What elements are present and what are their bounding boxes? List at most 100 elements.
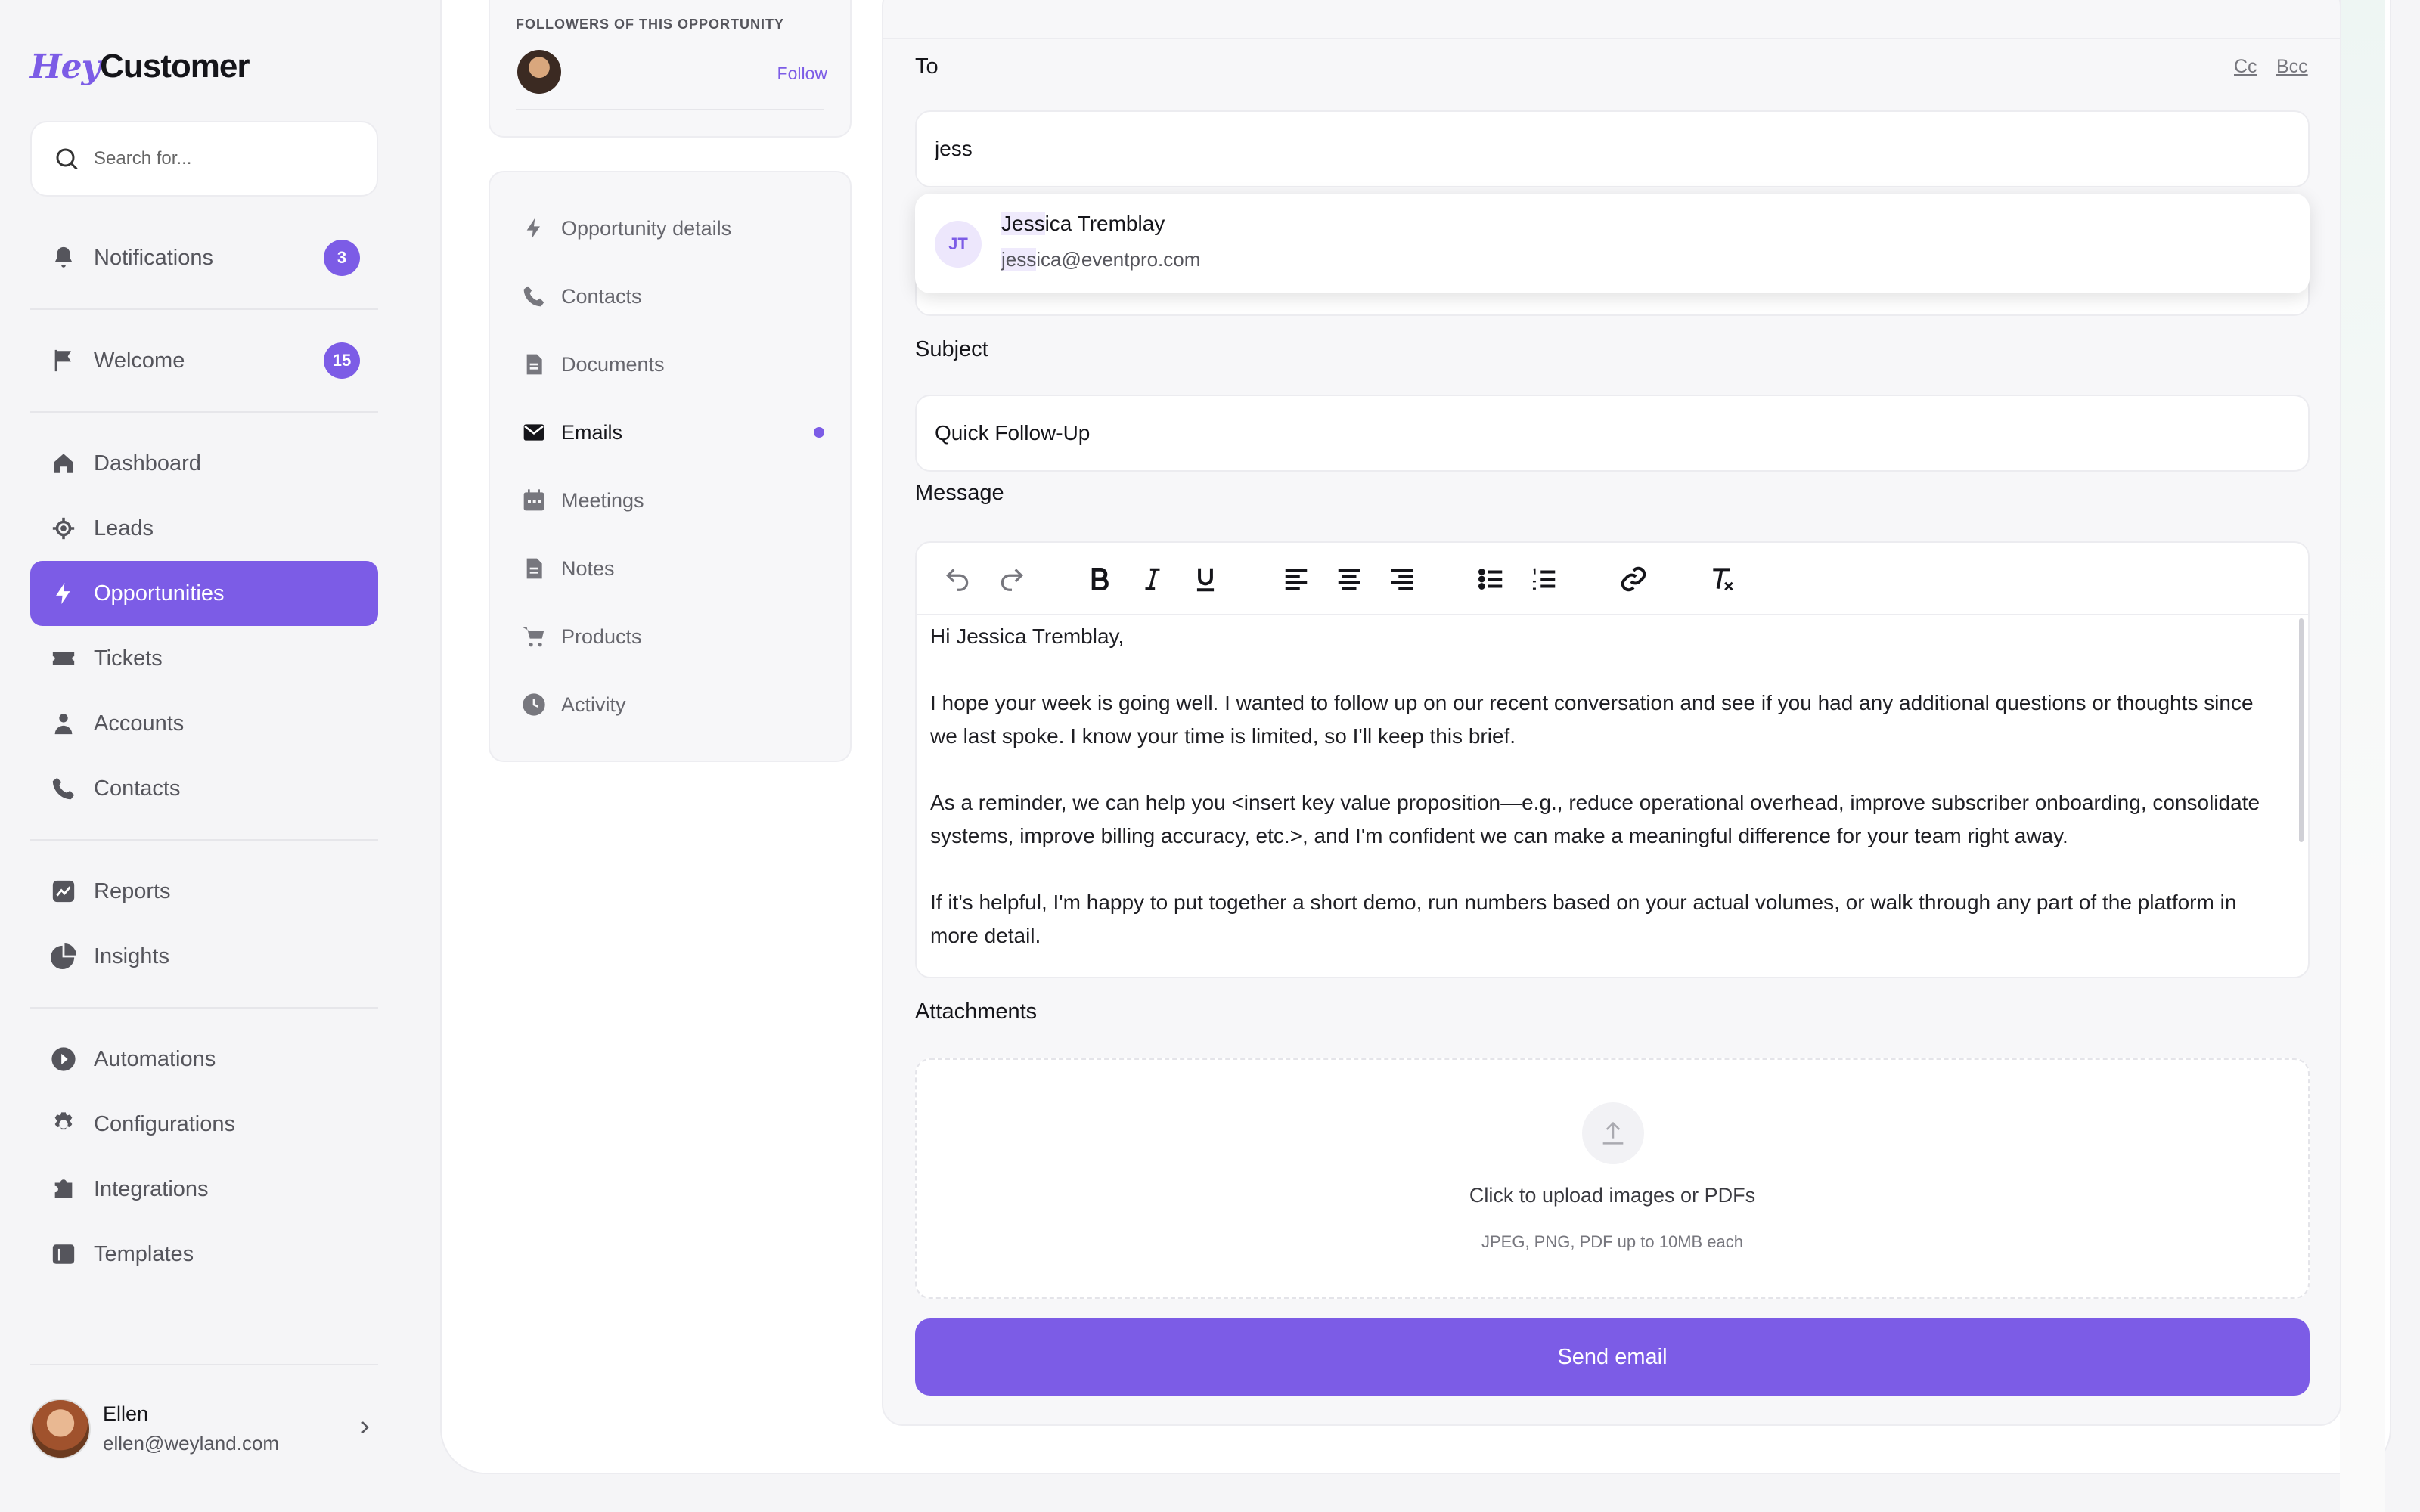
nav-label: Configurations <box>94 1111 235 1136</box>
suggestion-name[interactable]: Jessica Tremblay <box>1001 212 1165 236</box>
nav-contacts[interactable]: Contacts <box>30 756 378 821</box>
body-paragraph: Hi Jessica Tremblay, <box>930 624 1125 648</box>
underline-button[interactable] <box>1190 564 1221 594</box>
nav-automations[interactable]: Automations <box>30 1027 378 1092</box>
email-compose-form: To Cc Bcc JT Jessica Tremblay jessica@ev… <box>882 0 2341 1426</box>
nav-label: Reports <box>94 878 171 903</box>
undo-icon <box>946 569 969 591</box>
user-email: ellen@weyland.com <box>103 1432 280 1455</box>
email-rest: ica@eventpro.com <box>1036 248 1201 271</box>
nav-configurations[interactable]: Configurations <box>30 1092 378 1157</box>
upload-hint: JPEG, PNG, PDF up to 10MB each <box>1481 1232 1744 1251</box>
follower-avatar[interactable] <box>517 50 561 94</box>
person-icon <box>54 714 73 735</box>
subnav-opportunity-details[interactable]: Opportunity details <box>522 206 824 251</box>
nav-label: Insights <box>94 943 169 968</box>
user-name: Ellen <box>103 1402 149 1425</box>
numbered-list-button[interactable] <box>1529 564 1559 594</box>
upload-icon <box>1582 1102 1644 1164</box>
suggestion-email[interactable]: jessica@eventpro.com <box>1001 248 1200 271</box>
phone-icon <box>523 286 544 307</box>
nav-opportunities[interactable]: Opportunities <box>30 561 378 626</box>
nav-leads[interactable]: Leads <box>30 496 378 561</box>
nav-label: Templates <box>94 1241 194 1266</box>
puzzle-icon <box>54 1179 73 1198</box>
link-button[interactable] <box>1618 564 1649 594</box>
home-icon <box>54 454 73 473</box>
nav-templates[interactable]: Templates <box>30 1222 378 1287</box>
body-paragraph: As a reminder, we can help you <insert k… <box>930 791 2260 847</box>
to-field[interactable] <box>915 110 2310 187</box>
logo-customer: Customer <box>100 48 250 85</box>
attachment-dropzone[interactable]: Click to upload images or PDFs JPEG, PNG… <box>915 1058 2310 1299</box>
document-icon <box>526 354 542 375</box>
message-body[interactable]: Hi Jessica Tremblay, I hope your week is… <box>930 620 2276 977</box>
nav-accounts[interactable]: Accounts <box>30 691 378 756</box>
subnav-label: Documents <box>561 352 665 376</box>
nav-label: Tickets <box>94 646 163 671</box>
subnav-meetings[interactable]: Meetings <box>522 478 824 523</box>
nav-tickets[interactable]: Tickets <box>30 626 378 691</box>
search-box[interactable] <box>30 121 378 197</box>
bold-button[interactable] <box>1084 564 1115 594</box>
subnav-products[interactable]: Products <box>522 614 824 659</box>
nav-label: Opportunities <box>94 581 225 606</box>
align-center-button[interactable] <box>1334 564 1364 594</box>
chart-icon <box>52 880 75 903</box>
message-editor[interactable]: Hi Jessica Tremblay, I hope your week is… <box>915 541 2310 978</box>
align-left-icon <box>1285 569 1308 590</box>
suggestion-avatar: JT <box>935 221 982 268</box>
nav-label: Leads <box>94 516 154 541</box>
subject-field[interactable] <box>915 395 2310 472</box>
redo-icon <box>1001 569 1023 591</box>
to-input[interactable] <box>935 137 2308 161</box>
nav-dashboard[interactable]: Dashboard <box>30 431 378 496</box>
search-icon <box>56 148 78 170</box>
search-input[interactable] <box>94 148 351 169</box>
bullet-list-icon <box>1478 569 1503 590</box>
subject-input[interactable] <box>935 421 2308 445</box>
editor-scrollbar[interactable] <box>2299 618 2304 842</box>
nav-notifications[interactable]: Notifications 3 <box>30 225 378 290</box>
subnav-label: Activity <box>561 692 626 716</box>
attachments-label: Attachments <box>915 999 1038 1024</box>
align-right-button[interactable] <box>1387 564 1417 594</box>
subnav-emails[interactable]: Emails <box>522 410 824 455</box>
underline-icon <box>1196 568 1215 592</box>
undo-button[interactable] <box>942 564 973 594</box>
nav-integrations[interactable]: Integrations <box>30 1157 378 1222</box>
subnav-label: Products <box>561 624 642 648</box>
clear-format-button[interactable] <box>1708 564 1738 594</box>
note-icon <box>526 558 542 579</box>
redo-button[interactable] <box>997 564 1027 594</box>
nav-reports[interactable]: Reports <box>30 859 378 924</box>
bolt-icon <box>526 218 540 239</box>
align-left-button[interactable] <box>1281 564 1311 594</box>
nav-label: Notifications <box>94 245 213 270</box>
follow-link[interactable]: Follow <box>777 64 827 84</box>
gear-icon <box>54 1112 73 1130</box>
link-icon <box>1621 566 1646 592</box>
italic-button[interactable] <box>1137 564 1168 594</box>
subnav-activity[interactable]: Activity <box>522 682 824 727</box>
subnav-documents[interactable]: Documents <box>522 342 824 387</box>
nav-insights[interactable]: Insights <box>30 924 378 989</box>
user-profile[interactable]: Ellen ellen@weyland.com <box>30 1391 378 1467</box>
subnav-notes[interactable]: Notes <box>522 546 824 591</box>
play-icon <box>51 1047 76 1071</box>
cc-link[interactable]: Cc <box>2234 56 2257 78</box>
welcome-badge: 15 <box>324 342 360 379</box>
subnav-contacts[interactable]: Contacts <box>522 274 824 319</box>
recipient-suggestions[interactable]: JT Jessica Tremblay jessica@eventpro.com <box>915 194 2310 293</box>
opportunity-subnav: Opportunity details Contacts Documents E… <box>489 171 852 762</box>
logo[interactable]: Hey Customer <box>30 42 250 91</box>
send-email-button[interactable]: Send email <box>915 1318 2310 1396</box>
to-label: To <box>915 54 939 79</box>
sidebar: HeyCustomer Notifications 3 Welcome 15 D… <box>0 0 408 1512</box>
bullet-list-button[interactable] <box>1476 564 1506 594</box>
bcc-link[interactable]: Bcc <box>2276 56 2308 78</box>
message-label: Message <box>915 481 1004 505</box>
layout-icon <box>52 1244 75 1264</box>
nav-label: Dashboard <box>94 451 201 476</box>
nav-welcome[interactable]: Welcome 15 <box>30 328 378 393</box>
